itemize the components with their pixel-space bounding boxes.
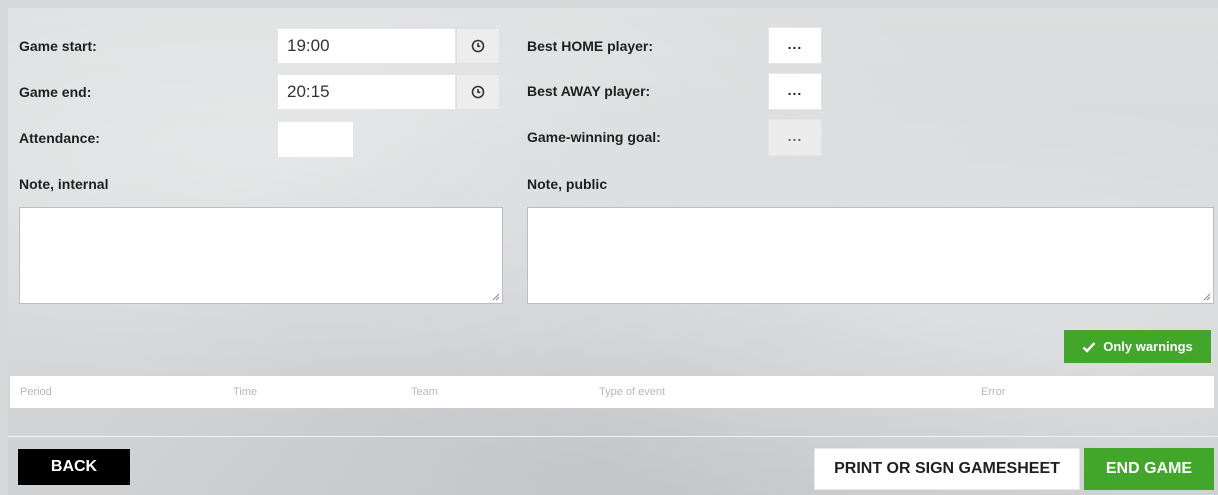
only-warnings-label: Only warnings bbox=[1103, 339, 1193, 354]
only-warnings-button[interactable]: Only warnings bbox=[1064, 330, 1211, 363]
note-internal-label: Note, internal bbox=[19, 176, 109, 192]
checkmark-icon bbox=[1082, 341, 1096, 353]
attendance-input[interactable] bbox=[277, 121, 354, 158]
game-end-input[interactable]: 20:15 bbox=[277, 74, 456, 110]
note-public-textarea[interactable] bbox=[527, 207, 1214, 304]
clock-icon bbox=[471, 85, 485, 99]
game-end-label: Game end: bbox=[19, 84, 92, 100]
end-game-button[interactable]: END GAME bbox=[1084, 448, 1214, 490]
column-header-type-of-event: Type of event bbox=[599, 386, 666, 398]
clock-icon bbox=[471, 39, 485, 53]
attendance-label: Attendance: bbox=[19, 130, 100, 146]
footer-divider bbox=[8, 436, 1218, 437]
print-or-sign-gamesheet-button[interactable]: PRINT OR SIGN GAMESHEET bbox=[814, 448, 1080, 490]
best-away-player-button[interactable]: ... bbox=[768, 73, 822, 110]
note-internal-textarea[interactable] bbox=[19, 207, 503, 304]
best-away-player-label: Best AWAY player: bbox=[527, 83, 651, 99]
resize-handle-icon[interactable] bbox=[492, 293, 500, 301]
game-winning-goal-button[interactable]: ... bbox=[768, 119, 822, 156]
game-winning-goal-label: Game-winning goal: bbox=[527, 129, 661, 145]
resize-handle-icon[interactable] bbox=[1203, 293, 1211, 301]
column-header-error: Error bbox=[981, 386, 1006, 398]
best-home-player-label: Best HOME player: bbox=[527, 38, 654, 54]
game-start-label: Game start: bbox=[19, 38, 97, 54]
note-public-label: Note, public bbox=[527, 176, 608, 192]
back-button[interactable]: BACK bbox=[18, 449, 130, 485]
column-header-period: Period bbox=[20, 386, 52, 398]
events-table-header: Period Time Team Type of event Error bbox=[10, 376, 1214, 408]
column-header-team: Team bbox=[411, 386, 438, 398]
column-header-time: Time bbox=[233, 386, 258, 398]
game-start-input[interactable]: 19:00 bbox=[277, 28, 456, 64]
best-home-player-button[interactable]: ... bbox=[768, 27, 822, 64]
game-end-clock-button[interactable] bbox=[456, 74, 500, 110]
game-start-clock-button[interactable] bbox=[456, 28, 500, 64]
